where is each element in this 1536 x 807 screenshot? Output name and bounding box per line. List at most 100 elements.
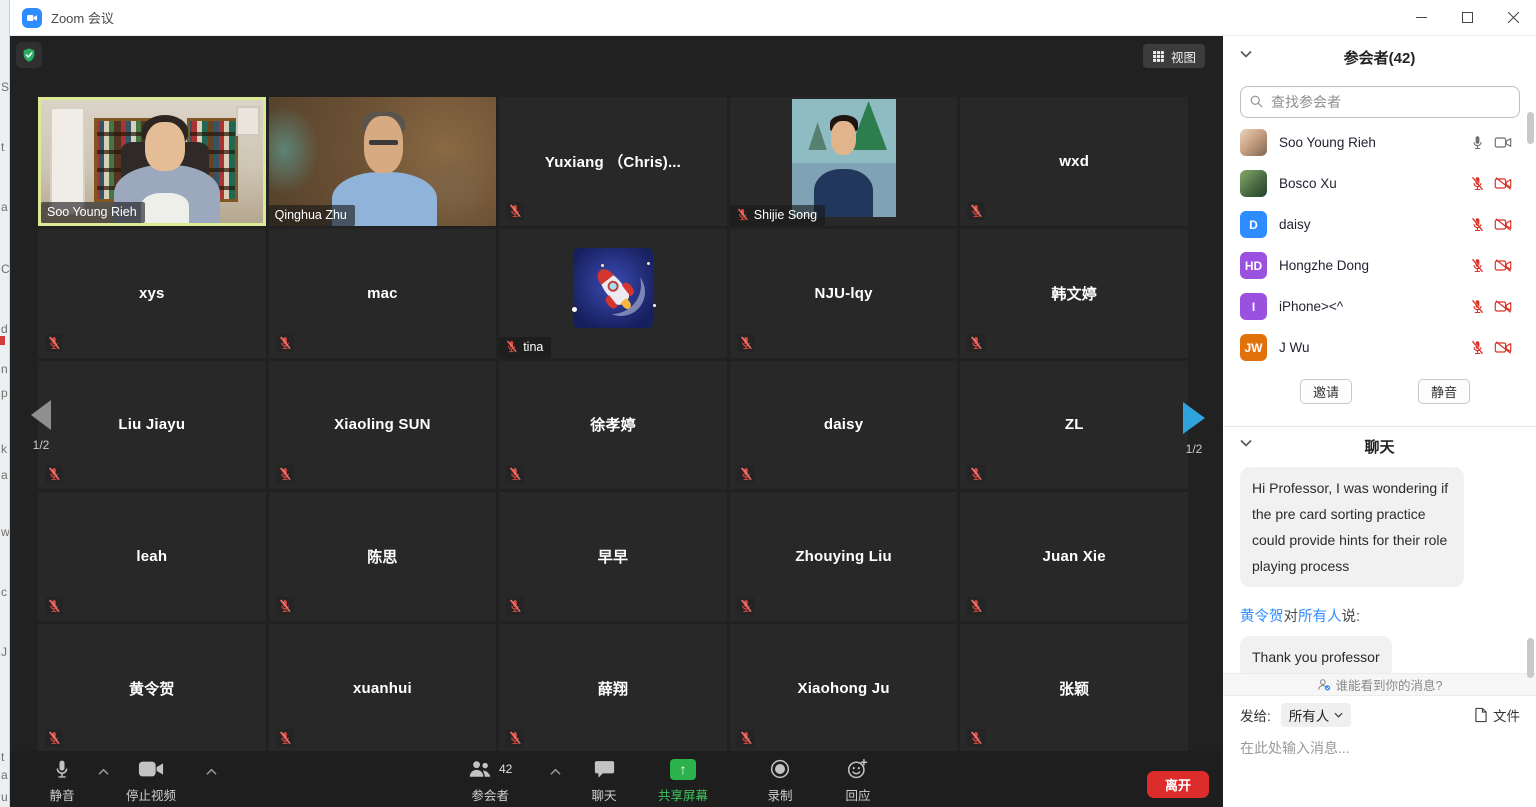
participant-name: iPhone><^ — [1279, 299, 1343, 314]
tile-muted-indicator — [45, 465, 63, 483]
background-text-fragment: t — [1, 750, 4, 764]
video-tile[interactable]: Qinghua Zhu — [269, 97, 497, 226]
search-participants-input[interactable] — [1240, 86, 1520, 118]
record-button[interactable]: 录制 — [758, 757, 802, 804]
stop-video-button[interactable]: 停止视频 — [126, 757, 176, 804]
chat-message-input[interactable] — [1240, 736, 1510, 760]
video-tile[interactable]: Soo Young Rieh — [38, 97, 266, 226]
previous-page-button[interactable]: 1/2 — [24, 400, 58, 452]
video-tile[interactable]: xuanhui — [269, 624, 497, 753]
chat-message-list[interactable]: Hi Professor, I was wondering if the pre… — [1223, 465, 1536, 673]
tile-muted-indicator — [737, 465, 755, 483]
video-options-chevron[interactable] — [206, 763, 217, 781]
video-tile[interactable]: xys — [38, 229, 266, 358]
collapse-chat-chevron-icon[interactable] — [1240, 439, 1252, 447]
collapse-participants-chevron-icon[interactable] — [1240, 50, 1252, 58]
mic-off-icon — [969, 336, 983, 350]
background-window-strip: StaCdnpkawcJtau — [0, 0, 10, 807]
tile-name-label: wxd — [960, 97, 1188, 226]
tile-name-label: mac — [269, 229, 497, 358]
mute-options-chevron[interactable] — [98, 763, 109, 781]
tile-muted-indicator — [967, 597, 985, 615]
video-tile[interactable]: Xiaohong Ju — [730, 624, 958, 753]
participant-row[interactable]: IiPhone><^ — [1223, 286, 1536, 327]
send-to-dropdown[interactable]: 所有人 — [1281, 703, 1352, 727]
send-to-value: 所有人 — [1289, 705, 1330, 725]
camera-on-icon — [1494, 135, 1512, 150]
participant-name: Soo Young Rieh — [1279, 135, 1376, 150]
tile-name-label: Zhouying Liu — [730, 492, 958, 621]
participant-row[interactable]: JWJ Wu — [1223, 327, 1536, 368]
reactions-smiley-icon — [847, 758, 869, 780]
security-shield-icon[interactable] — [16, 42, 42, 68]
tile-muted-indicator — [506, 465, 524, 483]
participants-options-chevron[interactable] — [550, 763, 561, 781]
close-button[interactable] — [1490, 0, 1536, 36]
mute-all-button[interactable]: 静音 — [1418, 379, 1470, 404]
participant-status-icons — [1470, 299, 1512, 314]
mute-button[interactable]: 静音 — [40, 757, 84, 804]
video-tile[interactable]: ZL — [960, 361, 1188, 490]
invite-button[interactable]: 邀请 — [1300, 379, 1352, 404]
chat-recipient-name[interactable]: 所有人 — [1298, 609, 1342, 625]
maximize-button[interactable] — [1444, 0, 1490, 36]
avatar: JW — [1240, 334, 1267, 361]
mic-off-icon — [278, 467, 292, 481]
share-screen-button[interactable]: ↑ 共享屏幕 — [658, 757, 708, 804]
camera-off-icon — [1494, 258, 1512, 273]
video-tile[interactable]: Zhouying Liu — [730, 492, 958, 621]
video-tile[interactable]: daisy — [730, 361, 958, 490]
participant-row[interactable]: Bosco Xu — [1223, 163, 1536, 204]
tile-name-label: Xiaohong Ju — [730, 624, 958, 753]
tile-name-label: Juan Xie — [960, 492, 1188, 621]
participants-scrollbar-thumb[interactable] — [1527, 112, 1534, 144]
next-page-button[interactable]: 1/2 — [1177, 402, 1211, 456]
video-tile[interactable]: 张颖 — [960, 624, 1188, 753]
tile-name-label: NJU-lqy — [730, 229, 958, 358]
view-button[interactable]: 视图 — [1143, 44, 1205, 68]
chat-message-bubble: Thank you professor — [1240, 636, 1392, 673]
camera-off-icon — [1494, 340, 1512, 355]
tile-name-label: Soo Young Rieh — [41, 202, 145, 223]
participant-status-icons — [1470, 258, 1512, 273]
tile-name-label: 徐孝婷 — [499, 361, 727, 490]
privacy-notice-text: 谁能看到你的消息? — [1336, 675, 1443, 694]
chevron-down-icon — [1334, 712, 1343, 718]
video-tile[interactable]: wxd — [960, 97, 1188, 226]
video-tile[interactable]: 徐孝婷 — [499, 361, 727, 490]
video-tile[interactable]: Yuxiang （Chris)... — [499, 97, 727, 226]
left-arrow-icon — [31, 400, 51, 430]
participant-row[interactable]: Soo Young Rieh — [1223, 122, 1536, 163]
video-tile[interactable]: mac — [269, 229, 497, 358]
privacy-notice[interactable]: 谁能看到你的消息? — [1223, 673, 1536, 696]
title-bar[interactable]: Zoom 会议 — [10, 0, 1536, 36]
video-tile[interactable]: Xiaoling SUN — [269, 361, 497, 490]
chat-sender-name[interactable]: 黄令贺 — [1240, 609, 1284, 625]
participants-icon — [468, 759, 492, 779]
participants-button[interactable]: 42 参会者 — [468, 757, 512, 804]
tile-muted-indicator — [45, 597, 63, 615]
background-text-fragment: c — [1, 585, 7, 599]
participant-row[interactable]: Ddaisy — [1223, 204, 1536, 245]
chat-button[interactable]: 聊天 — [582, 757, 626, 804]
video-tile[interactable]: Liu Jiayu — [38, 361, 266, 490]
mic-on-icon — [1470, 135, 1485, 150]
leave-button[interactable]: 离开 — [1147, 771, 1209, 798]
video-tile[interactable]: 薛翔 — [499, 624, 727, 753]
video-tile[interactable]: 黄令贺 — [38, 624, 266, 753]
video-tile[interactable]: Shijie Song — [730, 97, 958, 226]
video-tile[interactable]: 陈思 — [269, 492, 497, 621]
video-tile[interactable]: 早早 — [499, 492, 727, 621]
reactions-button[interactable]: 回应 — [836, 757, 880, 804]
mic-off-icon — [508, 467, 522, 481]
video-tile[interactable]: 韩文婷 — [960, 229, 1188, 358]
video-tile[interactable]: NJU-lqy — [730, 229, 958, 358]
tile-muted-indicator — [276, 597, 294, 615]
minimize-button[interactable] — [1398, 0, 1444, 36]
participant-row[interactable]: HDHongzhe Dong — [1223, 245, 1536, 286]
video-tile[interactable]: tina — [499, 229, 727, 358]
video-tile[interactable]: Juan Xie — [960, 492, 1188, 621]
file-button[interactable]: 文件 — [1474, 705, 1520, 725]
chat-scrollbar-thumb[interactable] — [1527, 638, 1534, 678]
video-tile[interactable]: leah — [38, 492, 266, 621]
